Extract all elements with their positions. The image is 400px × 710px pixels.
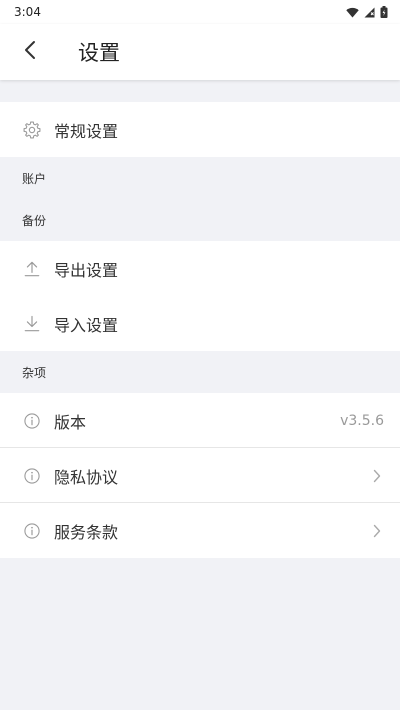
section-header-backup: 备份 — [22, 213, 47, 228]
signal-icon — [364, 3, 375, 22]
gear-icon — [22, 120, 42, 140]
wifi-icon — [346, 3, 359, 22]
privacy-policy-label: 隐私协议 — [54, 467, 119, 487]
back-button[interactable] — [10, 32, 50, 72]
app-bar: 设置 — [0, 24, 400, 80]
chevron-right-icon — [370, 469, 384, 483]
upload-icon — [22, 259, 42, 279]
version-label: 版本 — [54, 412, 87, 432]
terms-of-service-item[interactable]: 服务条款 — [0, 503, 400, 558]
privacy-policy-item[interactable]: 隐私协议 — [0, 448, 400, 503]
export-settings-label: 导出设置 — [54, 260, 119, 280]
section-header-account: 账户 — [22, 171, 47, 186]
download-icon — [22, 314, 42, 334]
battery-icon — [380, 3, 388, 22]
general-settings-label: 常规设置 — [54, 121, 119, 141]
version-value: v3.5.6 — [340, 412, 384, 429]
version-item[interactable]: 版本 v3.5.6 — [0, 393, 400, 448]
import-settings-label: 导入设置 — [54, 315, 119, 335]
import-settings-item[interactable]: 导入设置 — [0, 296, 400, 351]
chevron-right-icon — [370, 524, 384, 538]
status-time: 3:04 — [14, 5, 41, 19]
general-settings-item[interactable]: 常规设置 — [0, 102, 400, 157]
chevron-left-icon — [24, 40, 36, 64]
export-settings-item[interactable]: 导出设置 — [0, 241, 400, 296]
info-icon — [22, 466, 42, 486]
info-icon — [22, 521, 42, 541]
status-bar: 3:04 — [0, 0, 400, 24]
info-icon — [22, 411, 42, 431]
page-title: 设置 — [78, 41, 120, 65]
terms-of-service-label: 服务条款 — [54, 522, 119, 542]
section-header-misc: 杂项 — [22, 365, 47, 380]
